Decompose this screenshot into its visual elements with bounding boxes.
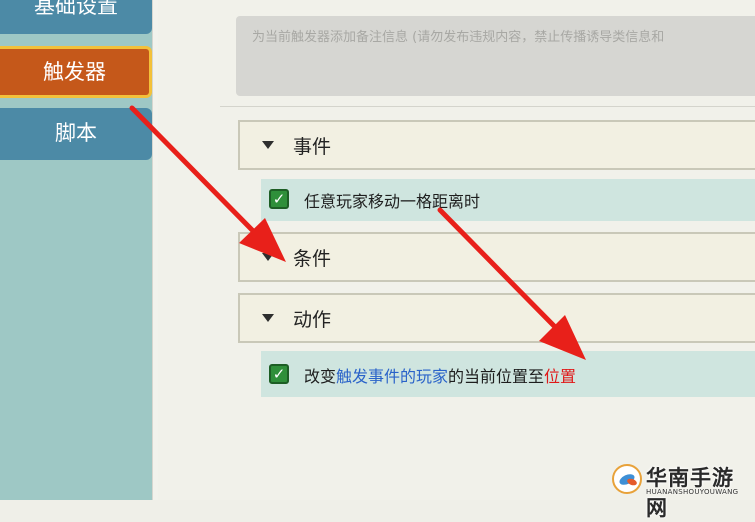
watermark-subtitle: HUANANSHOUYOUWANG [646, 488, 739, 496]
action-target-link[interactable]: 触发事件的玩家 [336, 367, 448, 386]
action-prefix: 改变 [304, 367, 337, 386]
tab-script[interactable]: 脚本 [0, 108, 152, 160]
collapse-triangle-icon[interactable] [262, 314, 274, 322]
section-conditions[interactable]: 条件 [238, 232, 755, 282]
checkbox-checked-icon[interactable]: ✓ [269, 364, 289, 384]
collapse-triangle-icon[interactable] [262, 253, 274, 261]
action-position-link[interactable]: 位置 [544, 367, 576, 386]
event-item[interactable]: ✓ 任意玩家移动一格距离时 [261, 179, 755, 221]
watermark: 华南手游网 HUANANSHOUYOUWANG [606, 462, 755, 520]
section-events[interactable]: 事件 [238, 120, 755, 170]
site-logo-icon [612, 464, 642, 494]
action-middle: 的当前位置至 [448, 367, 545, 386]
section-actions-title: 动作 [293, 309, 332, 331]
trigger-notes-input[interactable]: 为当前触发器添加备注信息 (请勿发布违规内容，禁止传播诱导类信息和 [236, 16, 755, 96]
section-events-title: 事件 [293, 136, 332, 158]
action-item[interactable]: ✓ 改变触发事件的玩家的当前位置至位置 [261, 351, 755, 397]
collapse-triangle-icon[interactable] [262, 141, 274, 149]
divider [220, 106, 755, 107]
sidebar: 基础设置 触发器 脚本 [0, 0, 154, 500]
checkbox-checked-icon[interactable]: ✓ [269, 189, 289, 209]
section-actions[interactable]: 动作 [238, 293, 755, 343]
event-item-text: 任意玩家移动一格距离时 [304, 192, 481, 211]
tab-basic-settings[interactable]: 基础设置 [0, 0, 152, 34]
action-item-text: 改变触发事件的玩家的当前位置至位置 [304, 363, 576, 387]
tab-trigger[interactable]: 触发器 [0, 46, 152, 98]
notes-placeholder: 为当前触发器添加备注信息 (请勿发布违规内容，禁止传播诱导类信息和 [252, 30, 665, 45]
section-conditions-title: 条件 [293, 248, 332, 270]
